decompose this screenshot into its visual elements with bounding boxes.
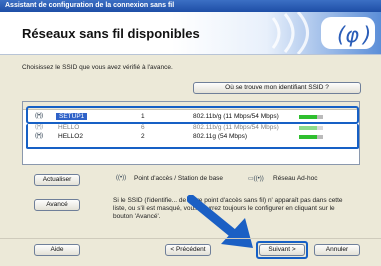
access-point-icon: ((•)) [116, 175, 127, 181]
wireless-logo-icon: (φ ) [271, 12, 375, 54]
wizard-header: Réseaux sans fil disponibles (φ ) [0, 12, 381, 54]
cancel-button[interactable]: Annuler [314, 244, 360, 256]
refresh-button[interactable]: Actualiser [34, 174, 80, 186]
instruction-text: Choisissez le SSID que vous avez vérifié… [22, 64, 173, 71]
page-title: Réseaux sans fil disponibles [22, 26, 200, 41]
footer-divider [0, 238, 381, 239]
previous-button[interactable]: < Précédent [165, 244, 211, 256]
svg-text:): ) [361, 23, 371, 47]
adhoc-network-icon: ▭((•)) [248, 176, 264, 182]
legend-access-point: Point d'accès / Station de base [134, 175, 224, 182]
selection-highlight [26, 106, 359, 124]
svg-text:(φ: (φ [337, 23, 359, 47]
advanced-button[interactable]: Avancé [34, 199, 80, 211]
window-title: Assistant de configuration de la connexi… [0, 0, 381, 12]
help-button[interactable]: Aide [34, 244, 80, 256]
pointer-arrow-icon [187, 195, 253, 248]
list-highlight [26, 124, 359, 149]
ssid-help-button[interactable]: Où se trouve mon identifiant SSID ? [193, 82, 361, 94]
legend-adhoc: Réseau Ad-hoc [273, 175, 318, 182]
next-button[interactable]: Suivant > [259, 244, 305, 256]
